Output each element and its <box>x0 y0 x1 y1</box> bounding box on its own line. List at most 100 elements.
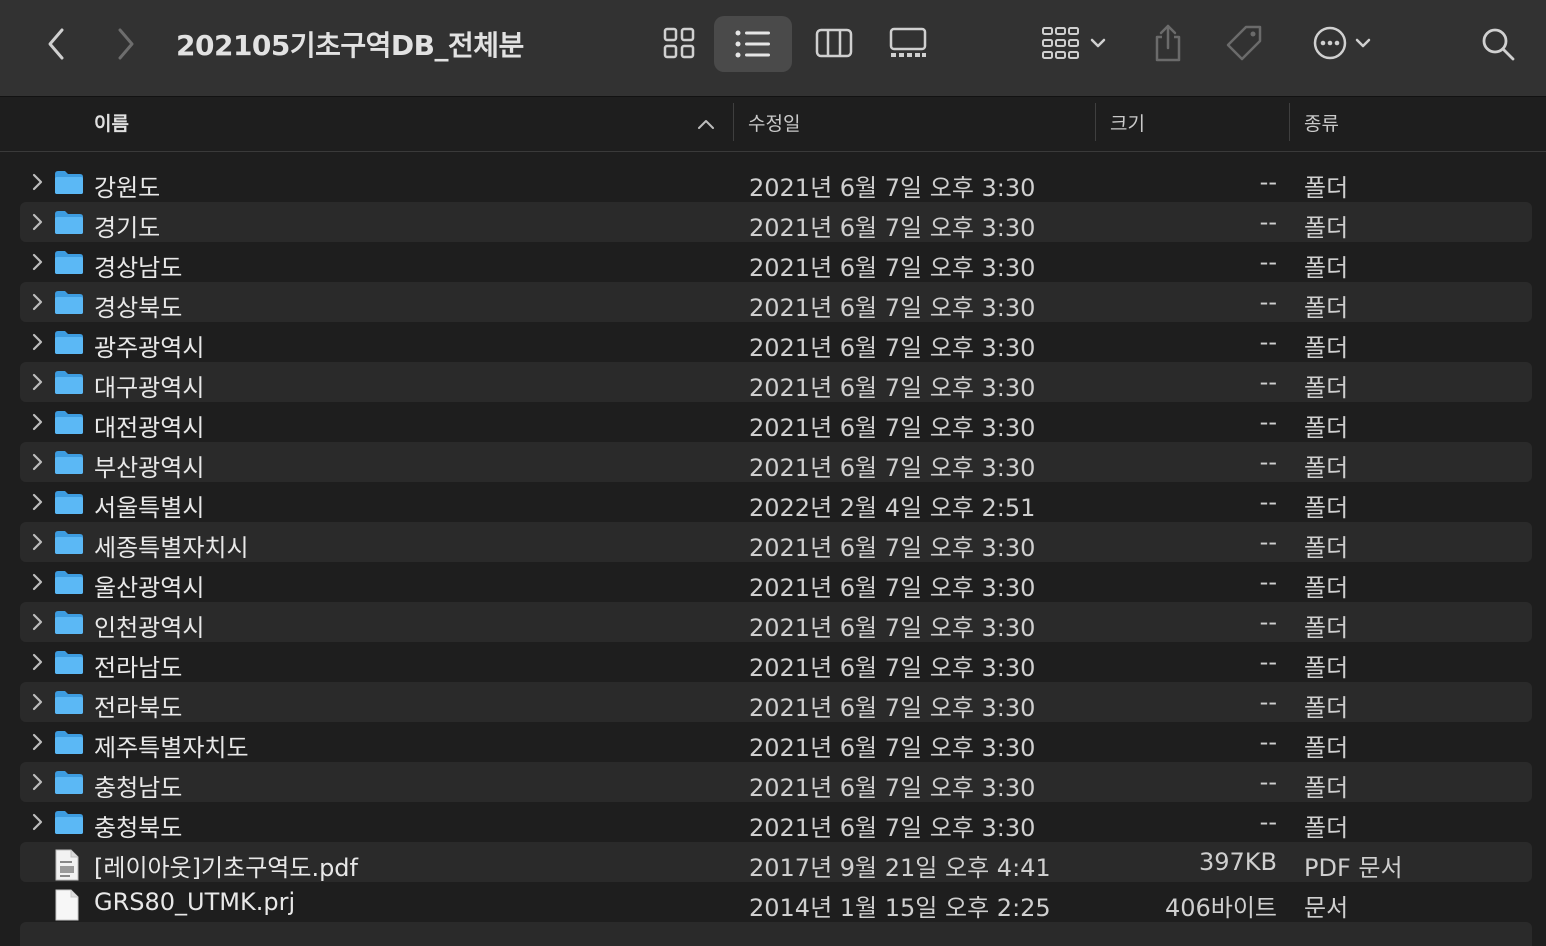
column-separator[interactable] <box>1095 103 1096 141</box>
file-row[interactable]: GRS80_UTMK.prj 2014년 1월 15일 오후 2:25 406바이트… <box>20 882 1532 922</box>
disclosure-triangle[interactable] <box>30 292 44 312</box>
forward-button[interactable] <box>106 22 146 66</box>
share-button[interactable] <box>1146 16 1190 70</box>
disclosure-triangle[interactable] <box>30 492 44 512</box>
file-row[interactable]: 대전광역시 2021년 6월 7일 오후 3:30 -- 폴더 <box>20 402 1532 442</box>
file-row[interactable]: 대구광역시 2021년 6월 7일 오후 3:30 -- 폴더 <box>20 362 1532 402</box>
file-list: 강원도 2021년 6월 7일 오후 3:30 -- 폴더 경기도 2021년 6월 7일… <box>20 162 1532 922</box>
disclosure-chevron-icon[interactable] <box>30 212 44 232</box>
file-row[interactable]: 강원도 2021년 6월 7일 오후 3:30 -- 폴더 <box>20 162 1532 202</box>
column-header-bar: 이름 수정일 크기 종류 <box>0 97 1546 152</box>
gallery-view-button[interactable] <box>880 16 936 70</box>
folder-icon <box>55 251 83 274</box>
disclosure-chevron-icon[interactable] <box>30 452 44 472</box>
disclosure-chevron-icon[interactable] <box>30 292 44 312</box>
column-header-date[interactable]: 수정일 <box>748 109 800 136</box>
file-name: 강원도 <box>94 174 161 202</box>
file-size: -- <box>1259 648 1277 676</box>
column-header-name[interactable]: 이름 <box>94 109 129 136</box>
disclosure-chevron-icon[interactable] <box>30 692 44 712</box>
back-button[interactable] <box>36 22 76 66</box>
file-row[interactable]: 울산광역시 2021년 6월 7일 오후 3:30 -- 폴더 <box>20 562 1532 602</box>
list-view-icon <box>735 30 770 58</box>
file-modified-date: 2021년 6월 7일 오후 3:30 <box>749 614 1036 642</box>
file-row[interactable]: 전라남도 2021년 6월 7일 오후 3:30 -- 폴더 <box>20 642 1532 682</box>
file-row[interactable]: [레이아웃]기초구역도.pdf 2017년 9월 21일 오후 4:41 397KB… <box>20 842 1532 882</box>
file-kind: 폴더 <box>1304 534 1349 562</box>
disclosure-triangle[interactable] <box>30 332 44 352</box>
disclosure-chevron-icon[interactable] <box>30 572 44 592</box>
file-row[interactable]: 인천광역시 2021년 6월 7일 오후 3:30 -- 폴더 <box>20 602 1532 642</box>
disclosure-chevron-icon[interactable] <box>30 252 44 272</box>
file-name: 전라남도 <box>94 654 183 682</box>
disclosure-chevron-icon[interactable] <box>30 652 44 672</box>
disclosure-triangle[interactable] <box>30 652 44 672</box>
disclosure-chevron-icon[interactable] <box>30 172 44 192</box>
file-row[interactable]: 광주광역시 2021년 6월 7일 오후 3:30 -- 폴더 <box>20 322 1532 362</box>
disclosure-triangle[interactable] <box>30 412 44 432</box>
file-row[interactable]: 세종특별자치시 2021년 6월 7일 오후 3:30 -- 폴더 <box>20 522 1532 562</box>
file-row[interactable]: 전라북도 2021년 6월 7일 오후 3:30 -- 폴더 <box>20 682 1532 722</box>
disclosure-chevron-icon[interactable] <box>30 492 44 512</box>
file-row[interactable]: 부산광역시 2021년 6월 7일 오후 3:30 -- 폴더 <box>20 442 1532 482</box>
disclosure-chevron-icon[interactable] <box>30 772 44 792</box>
folder-icon <box>55 371 83 394</box>
file-kind: 폴더 <box>1304 654 1349 682</box>
disclosure-chevron-icon[interactable] <box>30 532 44 552</box>
disclosure-triangle[interactable] <box>30 612 44 632</box>
disclosure-triangle[interactable] <box>30 572 44 592</box>
file-name: 울산광역시 <box>94 574 205 602</box>
file-size: -- <box>1259 808 1277 836</box>
group-button[interactable] <box>1034 16 1114 70</box>
folder-icon <box>55 411 83 434</box>
file-icon <box>54 329 84 355</box>
disclosure-triangle[interactable] <box>30 452 44 472</box>
disclosure-triangle[interactable] <box>30 252 44 272</box>
file-row[interactable]: 충청북도 2021년 6월 7일 오후 3:30 -- 폴더 <box>20 802 1532 842</box>
disclosure-chevron-icon[interactable] <box>30 812 44 832</box>
file-modified-date: 2021년 6월 7일 오후 3:30 <box>749 734 1036 762</box>
disclosure-triangle[interactable] <box>30 812 44 832</box>
disclosure-triangle[interactable] <box>30 212 44 232</box>
chevron-left-icon <box>48 28 64 60</box>
disclosure-triangle[interactable] <box>30 532 44 552</box>
file-icon <box>54 209 84 235</box>
folder-icon <box>55 491 83 514</box>
disclosure-chevron-icon[interactable] <box>30 332 44 352</box>
file-row[interactable]: 경기도 2021년 6월 7일 오후 3:30 -- 폴더 <box>20 202 1532 242</box>
sort-ascending-icon[interactable] <box>697 118 715 130</box>
file-kind: 폴더 <box>1304 734 1349 762</box>
file-kind: 폴더 <box>1304 374 1349 402</box>
disclosure-triangle[interactable] <box>30 692 44 712</box>
file-row[interactable]: 경상북도 2021년 6월 7일 오후 3:30 -- 폴더 <box>20 282 1532 322</box>
disclosure-triangle[interactable] <box>30 772 44 792</box>
disclosure-triangle[interactable] <box>30 172 44 192</box>
list-view-button[interactable] <box>714 16 792 72</box>
more-button[interactable] <box>1304 16 1380 70</box>
folder-icon <box>55 451 83 474</box>
file-modified-date: 2021년 6월 7일 오후 3:30 <box>749 254 1036 282</box>
file-size: -- <box>1259 408 1277 436</box>
column-separator[interactable] <box>733 103 734 141</box>
file-row[interactable]: 제주특별자치도 2021년 6월 7일 오후 3:30 -- 폴더 <box>20 722 1532 762</box>
column-view-button[interactable] <box>806 16 862 70</box>
file-icon <box>54 649 84 675</box>
disclosure-chevron-icon[interactable] <box>30 732 44 752</box>
file-row[interactable]: 서울특별시 2022년 2월 4일 오후 2:51 -- 폴더 <box>20 482 1532 522</box>
column-separator[interactable] <box>1289 103 1290 141</box>
disclosure-chevron-icon[interactable] <box>30 412 44 432</box>
file-kind: 폴더 <box>1304 494 1349 522</box>
disclosure-chevron-icon[interactable] <box>30 612 44 632</box>
column-header-kind[interactable]: 종류 <box>1304 109 1339 136</box>
file-kind: 폴더 <box>1304 454 1349 482</box>
disclosure-triangle[interactable] <box>30 372 44 392</box>
column-header-size[interactable]: 크기 <box>1110 109 1145 136</box>
icon-view-button[interactable] <box>650 16 708 70</box>
file-row[interactable]: 경상남도 2021년 6월 7일 오후 3:30 -- 폴더 <box>20 242 1532 282</box>
disclosure-chevron-icon[interactable] <box>30 372 44 392</box>
file-row[interactable]: 충청남도 2021년 6월 7일 오후 3:30 -- 폴더 <box>20 762 1532 802</box>
search-button[interactable] <box>1474 18 1522 70</box>
disclosure-triangle[interactable] <box>30 732 44 752</box>
tag-button[interactable] <box>1220 16 1268 70</box>
file-icon <box>54 689 84 715</box>
